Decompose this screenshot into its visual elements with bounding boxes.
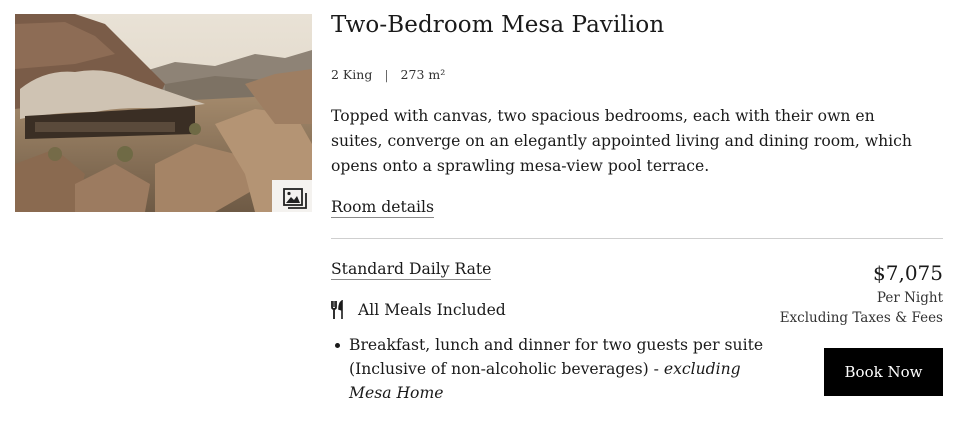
room-photo[interactable] <box>15 14 312 212</box>
divider <box>331 238 943 239</box>
room-area: 273 m² <box>400 67 446 82</box>
price: $7,075 <box>873 261 943 285</box>
room-description: Topped with canvas, two spacious bedroom… <box>331 107 912 175</box>
book-now-button[interactable]: Book Now <box>824 348 943 396</box>
gallery-icon <box>283 187 307 209</box>
bed-config: 2 King <box>331 67 373 82</box>
meals-included: All Meals Included <box>331 300 506 320</box>
gallery-button[interactable] <box>272 180 312 212</box>
spec-separator: | <box>384 67 389 82</box>
meals-label: All Meals Included <box>358 301 506 319</box>
fork-knife-icon <box>331 300 343 319</box>
meals-detail-list: Breakfast, lunch and dinner for two gues… <box>331 333 776 405</box>
per-night-label: Per Night <box>876 290 943 306</box>
rate-name-link[interactable]: Standard Daily Rate <box>331 259 492 280</box>
room-details-link[interactable]: Room details <box>331 197 435 218</box>
room-specs: 2 King | 273 m² <box>331 67 445 82</box>
room-photo-image <box>15 14 312 212</box>
list-item: Breakfast, lunch and dinner for two gues… <box>331 333 776 405</box>
taxes-note: Excluding Taxes & Fees <box>779 310 943 326</box>
room-title: Two-Bedroom Mesa Pavilion <box>331 12 665 38</box>
price-block: $7,075 Per Night Excluding Taxes & Fees <box>780 258 943 328</box>
